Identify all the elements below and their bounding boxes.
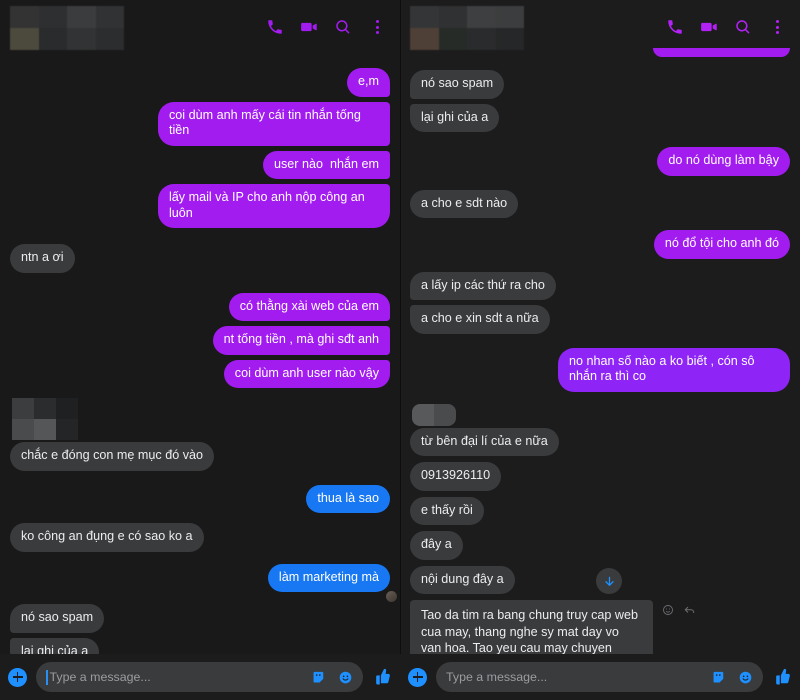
composer-icons bbox=[712, 670, 753, 685]
message-bubble-incoming[interactable]: nội dung đây a bbox=[410, 565, 515, 594]
like-thumb-icon[interactable] bbox=[772, 666, 792, 688]
conversation-panel-left: e,m coi dùm anh mấy cái tin nhắn tống ti… bbox=[0, 0, 400, 700]
composer-left: Type a message... bbox=[0, 654, 400, 700]
sender-name-blurred bbox=[12, 398, 78, 440]
message-row: nó sao spam bbox=[10, 604, 390, 633]
sender-name-blurred bbox=[412, 403, 456, 426]
message-row: ntn a ơi bbox=[10, 244, 390, 273]
video-icon[interactable] bbox=[300, 18, 318, 36]
reply-icon[interactable] bbox=[683, 604, 696, 616]
message-bubble-incoming[interactable]: a cho e sdt nào bbox=[410, 189, 519, 218]
message-row: coi dùm anh mấy cái tin nhắn tống tiền bbox=[10, 101, 390, 146]
message-thread-right[interactable]: nó sao spam lại ghi của a do nó dùng làm… bbox=[400, 0, 800, 700]
composer-icons bbox=[312, 670, 353, 685]
header-actions-right bbox=[666, 18, 790, 36]
message-bubble-outgoing[interactable]: thua là sao bbox=[306, 484, 390, 513]
message-bubble-incoming[interactable]: ntn a ơi bbox=[10, 244, 75, 273]
message-bubble-incoming[interactable]: a cho e xin sdt a nữa bbox=[410, 305, 550, 334]
message-row: lại ghi của a bbox=[410, 103, 790, 132]
message-bubble-outgoing[interactable]: coi dùm anh mấy cái tin nhắn tống tiền bbox=[158, 101, 390, 146]
message-row: no nhan số nào a ko biết , cón sô nhắn r… bbox=[410, 347, 790, 392]
message-input-placeholder: Type a message... bbox=[49, 670, 151, 684]
call-icon[interactable] bbox=[666, 18, 684, 36]
search-icon[interactable] bbox=[734, 18, 752, 36]
message-row: thua là sao bbox=[10, 484, 390, 513]
message-bubble-incoming[interactable]: e thấy rồi bbox=[410, 496, 484, 525]
message-bubble-incoming[interactable]: đây a bbox=[410, 531, 463, 560]
composer-right: Type a message... bbox=[400, 654, 800, 700]
message-row: a cho e sdt nào bbox=[410, 189, 790, 218]
chat-header-left bbox=[0, 0, 400, 54]
message-bubble-outgoing[interactable]: nt tống tiền , mà ghi sđt anh bbox=[212, 326, 390, 355]
header-actions-left bbox=[266, 18, 390, 36]
emoji-icon[interactable] bbox=[338, 670, 353, 685]
emoji-icon[interactable] bbox=[738, 670, 753, 685]
messenger-dual-view: e,m coi dùm anh mấy cái tin nhắn tống ti… bbox=[0, 0, 800, 700]
message-thread-left[interactable]: e,m coi dùm anh mấy cái tin nhắn tống ti… bbox=[0, 0, 400, 700]
message-bubble-incoming[interactable]: a lấy ip các thứ ra cho bbox=[410, 271, 556, 300]
scroll-to-bottom-button[interactable] bbox=[596, 568, 622, 594]
message-bubble-incoming[interactable]: 0913926110 bbox=[410, 462, 502, 491]
message-bubble-incoming[interactable]: nó sao spam bbox=[10, 604, 105, 633]
sticker-icon[interactable] bbox=[312, 670, 327, 685]
chat-header-right bbox=[400, 0, 800, 54]
message-row: có thằng xài web của em bbox=[10, 292, 390, 321]
message-row: từ bên đại lí của e nữa bbox=[410, 427, 790, 456]
call-icon[interactable] bbox=[266, 18, 284, 36]
like-thumb-icon[interactable] bbox=[372, 666, 392, 688]
message-input[interactable]: Type a message... bbox=[436, 662, 763, 692]
message-row: chắc e đóng con mẹ mục đó vào bbox=[10, 442, 390, 471]
seen-avatar bbox=[386, 591, 397, 602]
message-bubble-incoming[interactable]: chắc e đóng con mẹ mục đó vào bbox=[10, 442, 215, 471]
message-row: a lấy ip các thứ ra cho bbox=[410, 271, 790, 300]
message-row: làm marketing mà bbox=[10, 563, 390, 592]
message-bubble-outgoing[interactable]: có thằng xài web của em bbox=[228, 292, 390, 321]
message-bubble-outgoing[interactable]: user nào nhắn em bbox=[262, 150, 390, 179]
message-row: coi dùm anh user nào vậy bbox=[10, 359, 390, 388]
message-actions bbox=[662, 600, 696, 619]
message-input-placeholder: Type a message... bbox=[446, 670, 548, 684]
message-bubble-outgoing[interactable]: nó đổ tội cho anh đó bbox=[653, 230, 790, 259]
search-icon[interactable] bbox=[334, 18, 352, 36]
message-row: nt tống tiền , mà ghi sđt anh bbox=[10, 326, 390, 355]
message-row: do nó dùng làm bậy bbox=[410, 147, 790, 176]
message-bubble-outgoing[interactable]: coi dùm anh user nào vậy bbox=[223, 359, 390, 388]
message-bubble-outgoing[interactable]: e,m bbox=[347, 68, 390, 97]
message-bubble-outgoing[interactable]: no nhan số nào a ko biết , cón sô nhắn r… bbox=[558, 347, 790, 392]
more-options-icon[interactable] bbox=[368, 20, 386, 34]
add-attachment-icon[interactable] bbox=[8, 667, 27, 687]
react-emoji-icon[interactable] bbox=[662, 604, 674, 616]
sticker-icon[interactable] bbox=[712, 670, 727, 685]
arrow-down-icon bbox=[604, 576, 614, 586]
contact-avatar-name-blurred-right bbox=[410, 6, 524, 50]
text-caret bbox=[46, 669, 48, 685]
message-bubble-outgoing[interactable]: lấy mail và IP cho anh nộp công an luôn bbox=[158, 184, 390, 228]
contact-avatar-name-blurred-left bbox=[10, 6, 124, 50]
message-input[interactable]: Type a message... bbox=[36, 662, 363, 692]
message-row: ko công an đụng e có sao ko a bbox=[10, 523, 390, 552]
message-bubble-outgoing[interactable]: do nó dùng làm bậy bbox=[657, 147, 790, 176]
more-options-icon[interactable] bbox=[768, 20, 786, 34]
message-row: đây a bbox=[410, 531, 790, 560]
message-row: nó đổ tội cho anh đó bbox=[410, 230, 790, 259]
message-row: user nào nhắn em bbox=[10, 150, 390, 179]
message-bubble-incoming[interactable]: từ bên đại lí của e nữa bbox=[410, 427, 559, 456]
conversation-panel-right: nó sao spam lại ghi của a do nó dùng làm… bbox=[400, 0, 800, 700]
message-bubble-incoming[interactable]: lại ghi của a bbox=[410, 103, 500, 132]
message-bubble-incoming[interactable]: nó sao spam bbox=[410, 70, 505, 99]
add-attachment-icon[interactable] bbox=[408, 667, 427, 687]
message-row: 0913926110 bbox=[410, 462, 790, 491]
message-bubble-incoming[interactable]: ko công an đụng e có sao ko a bbox=[10, 523, 204, 552]
message-row: a cho e xin sdt a nữa bbox=[410, 305, 790, 334]
video-icon[interactable] bbox=[700, 18, 718, 36]
message-row: e thấy rồi bbox=[410, 496, 790, 525]
message-row: e,m bbox=[10, 68, 390, 97]
message-row: lấy mail và IP cho anh nộp công an luôn bbox=[10, 184, 390, 228]
message-row: nó sao spam bbox=[410, 70, 790, 99]
message-bubble-outgoing[interactable]: làm marketing mà bbox=[267, 563, 390, 592]
